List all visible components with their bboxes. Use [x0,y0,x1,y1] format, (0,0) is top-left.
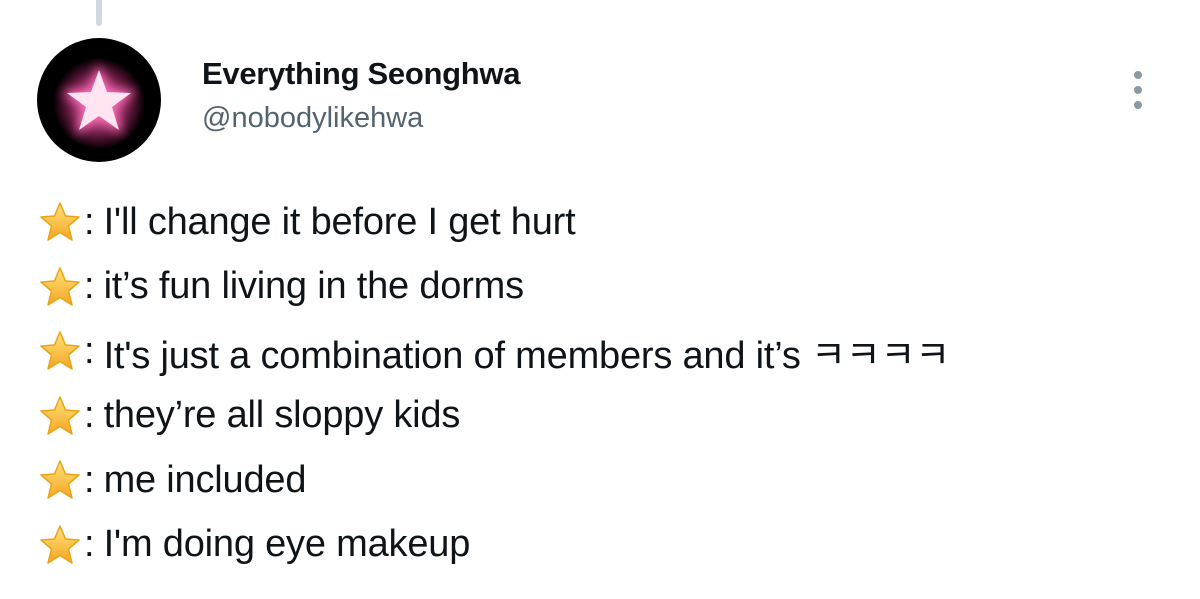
line-separator: : [84,265,95,308]
more-options-button[interactable] [1118,60,1158,120]
line-separator: : [84,458,95,501]
line-separator: : [84,523,95,566]
line-separator: : [84,394,95,437]
more-dot [1134,101,1142,109]
line-separator: : [84,200,95,243]
thread-connector-line [96,0,102,26]
tweet-line: : they’re all sloppy kids [38,384,1188,449]
line-separator: : [84,329,95,372]
tweet-text: : I'll change it before I get hurt: it’s f… [38,190,1188,577]
tweet-line-text: It's just a combination of members and i… [103,334,951,377]
avatar[interactable] [37,38,161,162]
tweet-line-text: they’re all sloppy kids [103,394,461,437]
star-emoji-icon [38,523,82,567]
tweet-line: : it’s fun living in the dorms [38,255,1188,320]
star-emoji-icon [38,329,82,373]
tweet-line: : It's just a combination of members and … [38,319,1188,384]
star-emoji-icon [38,265,82,309]
tweet-line-text: I'm doing eye makeup [103,523,471,566]
more-dot [1134,71,1142,79]
display-name[interactable]: Everything Seonghwa [202,56,520,92]
tweet-line-text: it’s fun living in the dorms [103,265,525,308]
glowing-pink-star-icon [53,56,145,148]
tweet-line: : me included [38,448,1188,513]
tweet-line: : I'll change it before I get hurt [38,190,1188,255]
star-emoji-icon [38,200,82,244]
star-emoji-icon [38,394,82,438]
user-handle[interactable]: @nobodylikehwa [202,102,423,135]
star-emoji-icon [38,458,82,502]
tweet-line-text: I'll change it before I get hurt [103,200,576,243]
tweet-line: : I'm doing eye makeup [38,513,1188,578]
tweet-line-text: me included [103,458,307,501]
more-dot [1134,86,1142,94]
